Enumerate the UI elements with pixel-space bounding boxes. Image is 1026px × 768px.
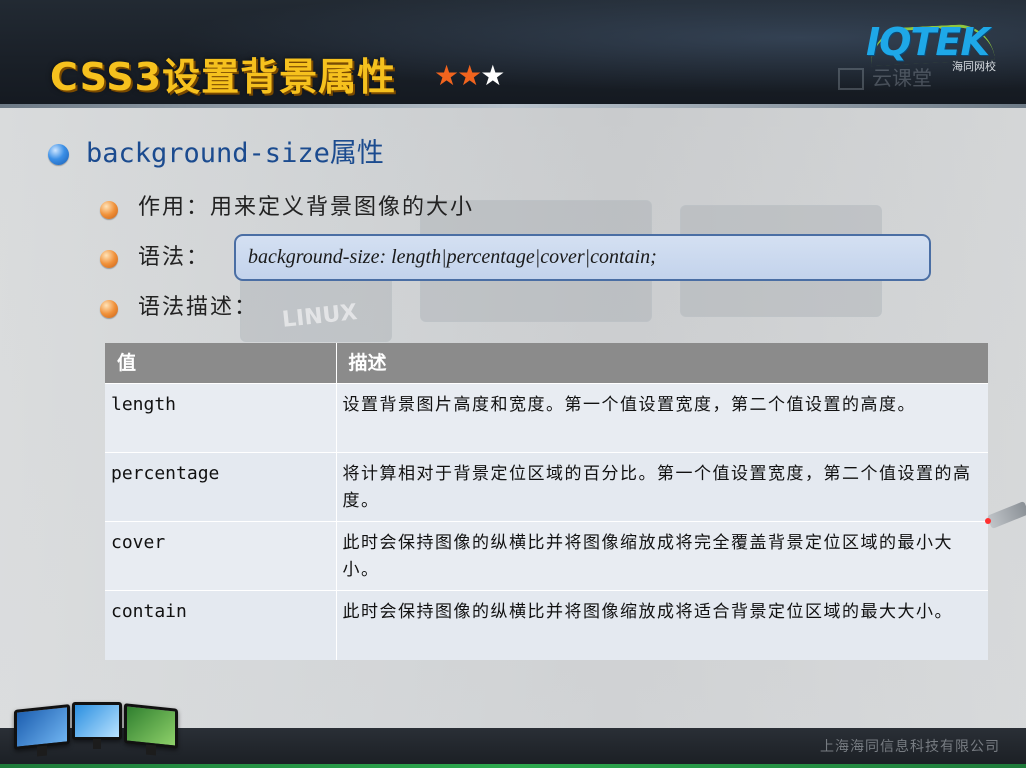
value-cell: percentage [105, 452, 337, 522]
difficulty-rating: ★★★ [434, 56, 505, 96]
monitor-icon [124, 703, 178, 756]
description-cell: 此时会保持图像的纵横比并将图像缩放成将完全覆盖背景定位区域的最小大小。 [336, 521, 988, 591]
column-header-description: 描述 [336, 343, 988, 384]
blue-bullet-icon [48, 144, 69, 165]
table-row: cover 此时会保持图像的纵横比并将图像缩放成将完全覆盖背景定位区域的最小大小… [105, 521, 988, 591]
purpose-text: 作用：用来定义背景图像的大小 [138, 195, 475, 220]
footer-accent-line [0, 764, 1026, 768]
description-cell: 设置背景图片高度和宽度。第一个值设置宽度，第二个值设置的高度。 [336, 383, 988, 453]
orange-bullet-icon [100, 201, 118, 219]
orange-bullet-icon [100, 300, 118, 318]
table-row: length 设置背景图片高度和宽度。第一个值设置宽度，第二个值设置的高度。 [105, 383, 988, 453]
syntax-label: 语法： [138, 245, 211, 270]
watermark: 云课堂 [838, 66, 968, 90]
star-filled-icon: ★★ [434, 59, 482, 92]
table-row: percentage 将计算相对于背景定位区域的百分比。第一个值设置宽度，第二个… [105, 452, 988, 522]
monitor-icon [72, 702, 122, 749]
value-cell: length [105, 383, 337, 453]
description-cell: 此时会保持图像的纵横比并将图像缩放成将适合背景定位区域的最大大小。 [336, 590, 988, 660]
watermark-icon [838, 68, 864, 90]
logo-wordmark: IQTEK [866, 20, 990, 64]
section-heading: background-size属性 [86, 138, 384, 169]
star-empty-icon: ★ [480, 59, 505, 92]
laser-dot [985, 518, 991, 524]
description-cell: 将计算相对于背景定位区域的百分比。第一个值设置宽度，第二个值设置的高度。 [336, 452, 988, 522]
watermark-text: 云课堂 [872, 66, 932, 90]
values-table: 值 描述 length 设置背景图片高度和宽度。第一个值设置宽度，第二个值设置的… [105, 343, 988, 660]
monitor-icon [14, 704, 70, 757]
table-row: contain 此时会保持图像的纵横比并将图像缩放成将适合背景定位区域的最大大小… [105, 590, 988, 660]
syntax-code-box: background-size: length|percentage|cover… [234, 234, 931, 281]
orange-bullet-icon [100, 250, 118, 268]
value-cell: contain [105, 590, 337, 660]
description-label: 语法描述： [138, 295, 259, 320]
table-header-row: 值 描述 [105, 343, 988, 384]
column-header-value: 值 [105, 343, 337, 384]
slide-title: CSS3设置背景属性 [50, 55, 397, 99]
company-name: 上海海同信息科技有限公司 [820, 739, 1000, 755]
value-cell: cover [105, 521, 337, 591]
